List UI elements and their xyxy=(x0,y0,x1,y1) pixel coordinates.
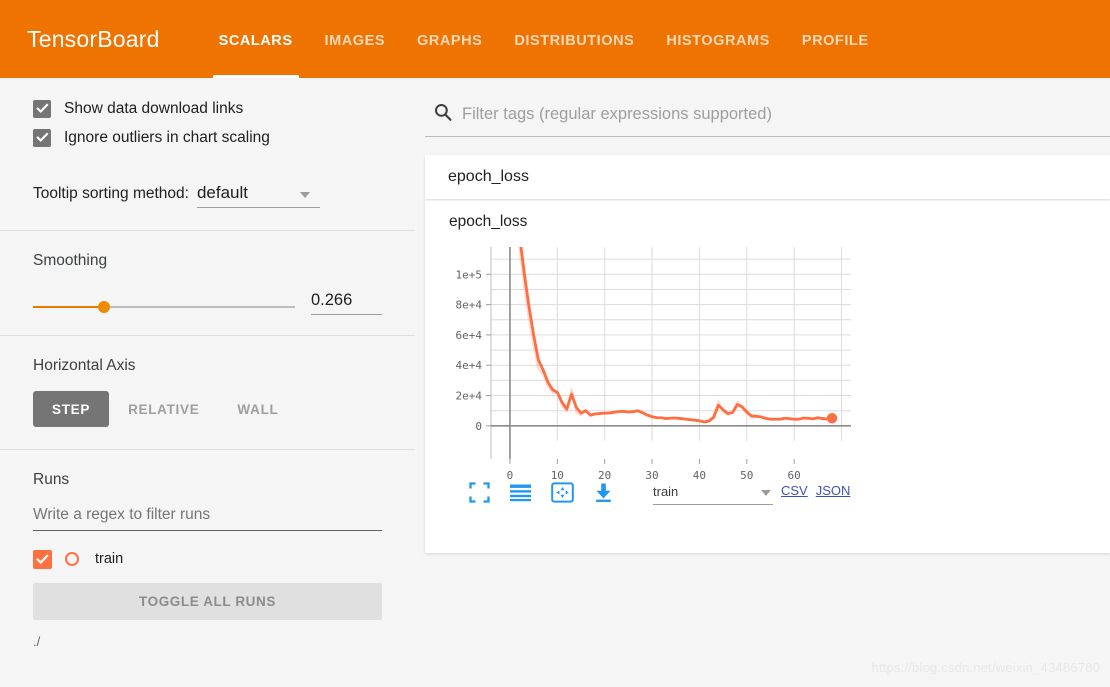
checkbox-show-download-links[interactable]: Show data download links xyxy=(33,94,382,123)
axis-option-wall[interactable]: WALL xyxy=(218,391,297,427)
main-panel: Filter tags (regular expressions support… xyxy=(415,78,1110,687)
chart-run-select[interactable]: train xyxy=(653,484,773,505)
watermark-text: https://blog.csdn.net/weixin_43486780 xyxy=(871,660,1100,675)
svg-text:0: 0 xyxy=(475,420,482,433)
svg-text:40: 40 xyxy=(693,469,706,479)
chart-plot[interactable]: 0 2e+4 4e+4 6e+4 8e+4 1e+5 0 10 20 30 40 50 60 xyxy=(439,239,859,484)
smoothing-section: Smoothing 0.266 xyxy=(0,231,415,335)
tab-profile[interactable]: PROFILE xyxy=(786,0,885,78)
tooltip-sorting-select[interactable]: default xyxy=(196,183,320,208)
tooltip-sorting-row: Tooltip sorting method: default xyxy=(33,174,382,208)
settings-sidebar: Show data download links Ignore outliers… xyxy=(0,78,415,687)
display-options-section: Show data download links Ignore outliers… xyxy=(0,94,415,230)
svg-text:1e+5: 1e+5 xyxy=(456,268,483,281)
tab-graphs[interactable]: GRAPHS xyxy=(401,0,498,78)
svg-text:20: 20 xyxy=(598,469,611,479)
horizontal-axis-buttons: STEP RELATIVE WALL xyxy=(33,391,382,427)
checkbox-ignore-outliers[interactable]: Ignore outliers in chart scaling xyxy=(33,123,382,152)
run-checkbox[interactable] xyxy=(33,549,52,569)
chart-svg: 0 2e+4 4e+4 6e+4 8e+4 1e+5 0 10 20 30 40 50 60 xyxy=(456,247,851,482)
download-links: CSV JSON xyxy=(781,483,858,498)
download-csv-link[interactable]: CSV xyxy=(781,483,808,498)
logdir-path: ./ xyxy=(33,634,41,649)
smoothing-title: Smoothing xyxy=(33,252,108,269)
app-header: TensorBoard SCALARS IMAGES GRAPHS DISTRI… xyxy=(0,0,1110,78)
scalar-chart-card: epoch_loss 0 2e+4 4e+4 6e+4 8e+4 1e+5 0 10 20 30 4… xyxy=(425,199,1110,553)
svg-text:8e+4: 8e+4 xyxy=(456,299,483,312)
tab-scalars[interactable]: SCALARS xyxy=(203,0,309,78)
slider-thumb[interactable] xyxy=(97,301,110,313)
axis-option-relative[interactable]: RELATIVE xyxy=(109,391,218,427)
app-brand: TensorBoard xyxy=(27,26,160,52)
run-color-swatch-icon xyxy=(65,552,79,566)
tab-images[interactable]: IMAGES xyxy=(309,0,402,78)
svg-text:50: 50 xyxy=(740,469,753,479)
tensorboard-app: TensorBoard SCALARS IMAGES GRAPHS DISTRI… xyxy=(0,0,1110,687)
chevron-down-icon xyxy=(761,490,771,496)
runs-filter-input[interactable]: Write a regex to filter runs xyxy=(33,506,382,531)
chart-run-value: train xyxy=(653,484,679,499)
search-icon xyxy=(433,102,455,127)
download-icon[interactable] xyxy=(593,482,614,508)
scalars-card-group: epoch_loss epoch_loss 0 2e+4 4e+4 6e+4 8e+4 1… xyxy=(425,155,1110,553)
horizontal-axis-section: Horizontal Axis STEP RELATIVE WALL xyxy=(0,336,415,449)
horizontal-axis-title: Horizontal Axis xyxy=(33,357,136,374)
chevron-down-icon xyxy=(299,192,310,198)
axis-option-step[interactable]: STEP xyxy=(33,391,110,427)
svg-text:0: 0 xyxy=(507,469,514,479)
tab-histograms[interactable]: HISTOGRAMS xyxy=(650,0,786,78)
tab-distributions[interactable]: DISTRIBUTIONS xyxy=(498,0,650,78)
runs-title: Runs xyxy=(33,471,70,488)
slider-fill xyxy=(33,306,104,308)
tooltip-sorting-label: Tooltip sorting method: xyxy=(33,185,189,202)
fit-domain-icon[interactable] xyxy=(551,482,574,508)
svg-text:4e+4: 4e+4 xyxy=(456,359,483,372)
svg-text:2e+4: 2e+4 xyxy=(456,390,483,403)
smoothing-value-input[interactable]: 0.266 xyxy=(311,291,382,315)
nav-tabs: SCALARS IMAGES GRAPHS DISTRIBUTIONS HIST… xyxy=(203,0,885,78)
toggle-all-runs-button[interactable]: TOGGLE ALL RUNS xyxy=(33,583,382,620)
runs-section: Runs Write a regex to filter runs train … xyxy=(0,450,415,649)
tooltip-sorting-value: default xyxy=(196,183,248,202)
download-json-link[interactable]: JSON xyxy=(816,483,851,498)
data-table-icon[interactable] xyxy=(509,482,532,508)
checkbox-label: Show data download links xyxy=(64,99,244,117)
tag-filter-input[interactable]: Filter tags (regular expressions support… xyxy=(462,105,772,124)
checkbox-label: Ignore outliers in chart scaling xyxy=(64,128,270,146)
svg-text:10: 10 xyxy=(551,469,564,479)
tag-group-header[interactable]: epoch_loss xyxy=(425,155,1110,199)
run-label: train xyxy=(95,551,124,567)
checkmark-icon xyxy=(33,128,51,147)
smoothing-row: 0.266 xyxy=(33,291,382,315)
svg-text:60: 60 xyxy=(788,469,801,479)
tag-filter-bar[interactable]: Filter tags (regular expressions support… xyxy=(425,92,1110,137)
smoothing-slider[interactable] xyxy=(33,299,295,315)
chart-toolbar xyxy=(469,482,633,508)
checkmark-icon xyxy=(33,99,51,118)
svg-text:6e+4: 6e+4 xyxy=(456,329,483,342)
svg-text:30: 30 xyxy=(645,469,658,479)
expand-icon[interactable] xyxy=(469,482,490,508)
run-item-train[interactable]: train xyxy=(33,547,382,571)
chart-title: epoch_loss xyxy=(449,213,528,230)
